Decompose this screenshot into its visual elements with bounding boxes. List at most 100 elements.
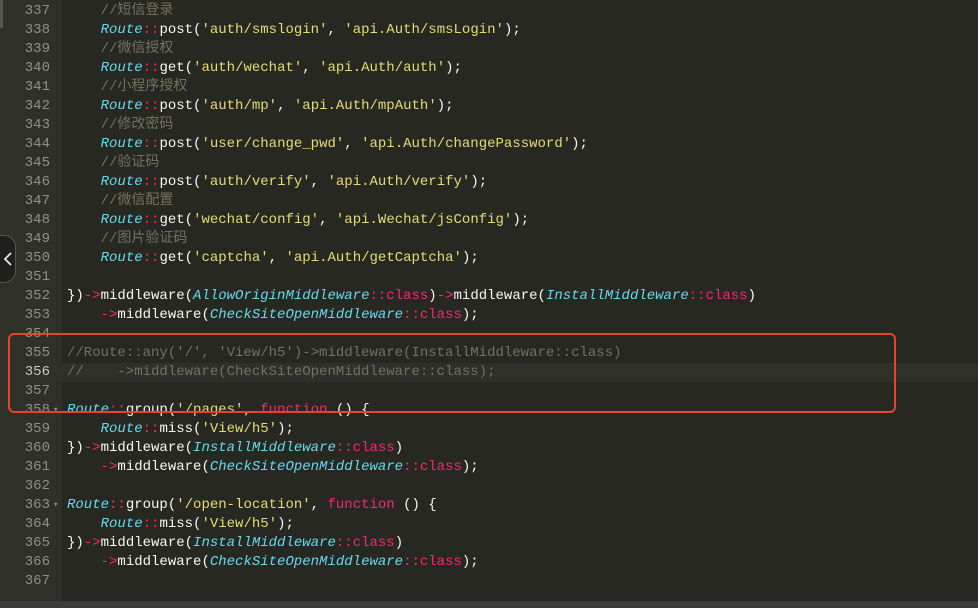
line-number: 340 — [24, 60, 50, 77]
punctuation: ) — [394, 535, 404, 552]
code-line[interactable]: 345 //验证码 — [0, 154, 978, 173]
line-number: 362 — [24, 478, 50, 495]
method-name: get — [159, 250, 185, 267]
string-literal: 'api.Auth/changePassword' — [361, 136, 572, 153]
punctuation: , — [310, 174, 328, 191]
code-line[interactable]: 352})->middleware(AllowOriginMiddleware:… — [0, 287, 978, 306]
punctuation: ) — [747, 288, 756, 305]
code-line[interactable]: 350 Route::get('captcha', 'api.Auth/getC… — [0, 249, 978, 268]
code-line[interactable]: 344 Route::post('user/change_pwd', 'api.… — [0, 135, 978, 154]
code-line[interactable]: 363 ▾ Route::group('/open-location', funct… — [0, 496, 978, 515]
line-number: 355 — [24, 345, 50, 362]
class-name: Route — [67, 497, 110, 514]
class-name: Route — [100, 60, 143, 77]
line-number: 353 — [24, 307, 50, 324]
operator: :: — [142, 98, 160, 115]
code-line[interactable]: 354 — [0, 325, 978, 344]
operator: -> — [83, 535, 101, 552]
string-literal: 'auth/wechat' — [193, 60, 303, 77]
code-line[interactable]: 365})->middleware(InstallMiddleware::cla… — [0, 534, 978, 553]
code-line[interactable]: 366 ->middleware(CheckSiteOpenMiddleware… — [0, 553, 978, 572]
line-text: })->middleware(InstallMiddleware::class) — [67, 439, 403, 458]
punctuation: ); — [461, 250, 479, 267]
punctuation — [67, 459, 101, 475]
operator: :: — [142, 212, 160, 229]
punctuation: () { — [394, 497, 437, 514]
punctuation: ) — [428, 288, 437, 305]
operator: -> — [436, 288, 454, 305]
punctuation: ( — [184, 440, 194, 457]
line-text: // ->middleware(CheckSiteOpenMiddleware:… — [67, 363, 495, 382]
code-line[interactable]: 362 — [0, 477, 978, 496]
fold-arrow-icon[interactable]: ▾ — [53, 496, 58, 515]
punctuation: ( — [167, 402, 177, 419]
comment: //图片验证码 — [100, 231, 188, 248]
code-line[interactable]: 349 //图片验证码 — [0, 230, 978, 249]
line-text: Route::post('auth/verify', 'api.Auth/ver… — [67, 173, 488, 192]
code-line[interactable]: 338 Route::post('auth/smslogin', 'api.Au… — [0, 21, 978, 40]
code-line[interactable]: 360 })->middleware(InstallMiddleware::cla… — [0, 439, 978, 458]
code-line[interactable]: 355 //Route::any('/', 'View/h5')->middlew… — [0, 344, 978, 363]
class-name: Route — [100, 212, 143, 229]
punctuation — [67, 212, 101, 228]
punctuation: ); — [445, 60, 462, 77]
horizontal-scrollbar[interactable] — [0, 601, 978, 608]
class-reference: InstallMiddleware — [193, 535, 336, 552]
line-number: 344 — [24, 136, 50, 153]
punctuation: ( — [201, 307, 210, 324]
code-line[interactable]: 359 Route::miss('View/h5'); — [0, 420, 978, 439]
operator: -> — [83, 440, 101, 457]
punctuation: ); — [571, 136, 588, 153]
punctuation: ( — [201, 459, 210, 476]
code-line[interactable]: 341 //小程序授权 — [0, 78, 978, 97]
code-line[interactable]: 357 — [0, 382, 978, 401]
code-line[interactable]: 353 ->middleware(CheckSiteOpenMiddleware… — [0, 306, 978, 325]
line-number: 360 — [24, 440, 50, 457]
code-line[interactable]: 339 //微信授权 — [0, 40, 978, 59]
line-number: 367 — [24, 573, 50, 590]
punctuation: ); — [436, 98, 454, 115]
code-line[interactable]: 364 Route::miss('View/h5'); — [0, 515, 978, 534]
string-literal: 'View/h5' — [201, 516, 278, 533]
code-line[interactable]: 340 Route::get('auth/wechat', 'api.Auth/… — [0, 59, 978, 78]
method-name: group — [125, 497, 168, 514]
code-line[interactable]: 343 //修改密码 — [0, 116, 978, 135]
line-text: ->middleware(CheckSiteOpenMiddleware::cl… — [67, 306, 479, 325]
code-editor[interactable]: 336 Route::post('auth/login', 'api.Auth/… — [0, 0, 978, 592]
punctuation — [67, 79, 101, 95]
punctuation: }) — [67, 288, 84, 305]
line-number: 342 — [24, 98, 50, 115]
line-text: //微信授权 — [67, 40, 174, 59]
code-line[interactable]: 361 ->middleware(CheckSiteOpenMiddleware… — [0, 458, 978, 477]
punctuation — [67, 136, 101, 152]
code-line[interactable]: 367 — [0, 572, 978, 591]
class-name: Route — [100, 136, 143, 153]
punctuation: ( — [184, 288, 194, 305]
code-line[interactable]: 358 ▾ Route::group('/pages', function () { — [0, 401, 978, 420]
method-name: middleware — [100, 288, 185, 305]
code-line[interactable]: 337 //短信登录 — [0, 2, 978, 21]
punctuation — [67, 155, 101, 171]
collapse-sidebar-button[interactable] — [0, 235, 16, 283]
punctuation — [67, 174, 101, 190]
code-line[interactable]: 347 //微信配置 — [0, 192, 978, 211]
punctuation: ); — [461, 554, 479, 571]
operator: :: — [142, 60, 160, 77]
line-text: //验证码 — [67, 154, 160, 173]
operator: :: — [142, 174, 160, 191]
code-line[interactable]: 346 Route::post('auth/verify', 'api.Auth… — [0, 173, 978, 192]
code-line[interactable]: 342 Route::post('auth/mp', 'api.Auth/mpA… — [0, 97, 978, 116]
line-number: 359 — [24, 421, 50, 438]
line-text: //微信配置 — [67, 192, 174, 211]
code-line[interactable]: 356 // ->middleware(CheckSiteOpenMiddlewa… — [0, 363, 978, 383]
line-text: ->middleware(CheckSiteOpenMiddleware::cl… — [67, 458, 479, 477]
method-name: middleware — [117, 459, 202, 476]
class-reference: CheckSiteOpenMiddleware — [209, 307, 404, 324]
line-text: Route::miss('View/h5'); — [67, 515, 294, 534]
line-number: 346 — [24, 174, 50, 191]
operator: :: — [109, 497, 126, 514]
code-line[interactable]: 348 Route::get('wechat/config', 'api.Wec… — [0, 211, 978, 230]
code-line[interactable]: 351 — [0, 268, 978, 287]
fold-arrow-icon[interactable]: ▾ — [53, 401, 58, 420]
punctuation: ); — [461, 459, 479, 476]
